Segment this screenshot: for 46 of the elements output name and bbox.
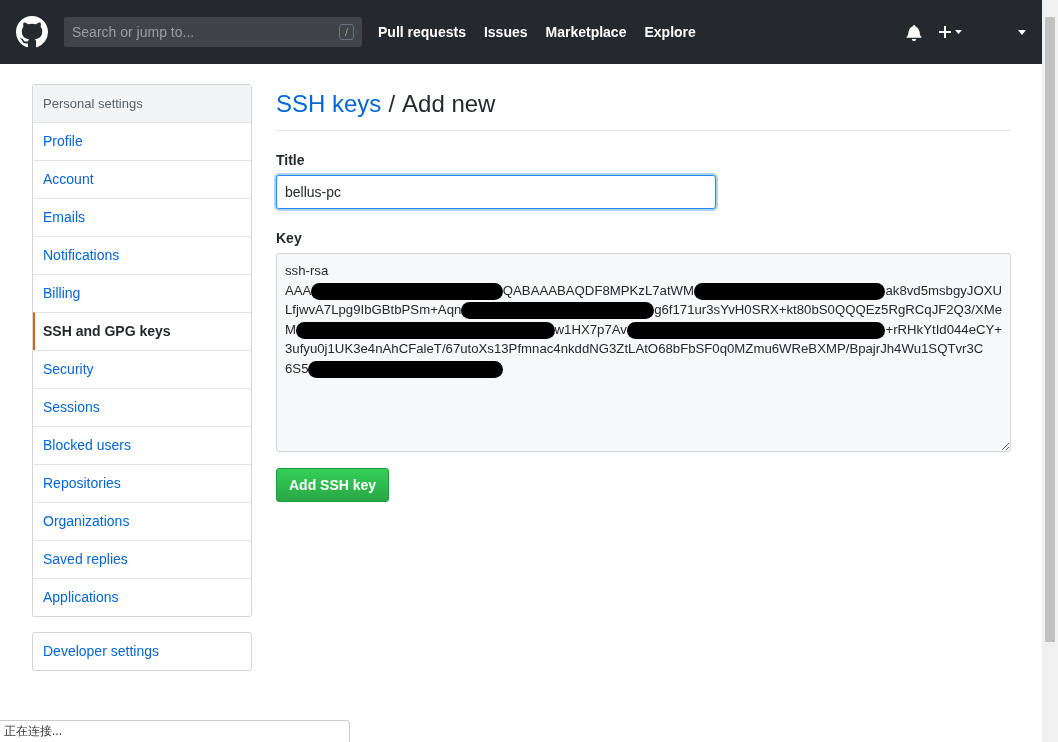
octocat-logo-icon[interactable] [16,16,48,48]
key-text: ssh-rsa [285,262,329,280]
title-input[interactable]: bellus-pc [276,175,716,209]
scrollbar[interactable] [1042,0,1058,742]
menu-item[interactable]: Notifications [33,236,251,274]
caret-icon[interactable] [1018,29,1026,35]
plus-caret-icon[interactable] [938,25,964,39]
key-textarea[interactable] [276,253,1011,452]
key-text: +rRHkYtId044eCY+ [885,320,1002,339]
menu-item[interactable]: Security [33,350,251,388]
nav-link[interactable]: Issues [483,24,528,40]
menu-item[interactable]: Account [33,160,251,198]
breadcrumb-separator: / [388,90,396,118]
menu-item[interactable]: Sessions [33,388,251,426]
field-label: Key [276,230,303,246]
key-text: 3ufyu0j1UK3e4nAhCFaleT/67utoXs13Pfmnac4nkddNG3ZtLAtO68bFbSF0q0MZmu6WReBXMP/BpajrJh4Wu1SQTvr3C [285,340,984,358]
menu-item[interactable]: Repositories [33,464,251,502]
key-text: ak8vd5msbgyJOXU [885,281,1002,300]
key-text: 6S5 [285,359,309,378]
key-text: w1HX7p7Av [554,320,627,339]
page-title: Add new [402,90,496,118]
key-text: M [285,320,296,339]
key-text: AAA [285,281,312,300]
nav-link[interactable]: Explore [644,24,696,40]
key-text: g6f171ur3sYvH0SRX+kt80bS0QQQEz5RgRCqJF2Q3/XMe [654,301,1002,319]
key-text: QABAAABAQDF8MPKzL7atWM [502,281,695,300]
menu-item[interactable]: Developer settings [33,633,251,670]
search-field[interactable]: Search or jump to... / [64,17,362,47]
menu-item[interactable]: Blocked users [33,426,251,464]
menu-item[interactable]: SSH and GPG keys [33,312,251,350]
menu-item[interactable]: Organizations [33,502,251,540]
status-text: 正在连接... [4,723,62,740]
bell-icon[interactable] [906,23,922,41]
search-placeholder: Search or jump to... [72,24,195,40]
menu-item[interactable]: Billing [33,274,251,312]
nav-link[interactable]: Marketplace [545,24,627,40]
menu-item[interactable]: Saved replies [33,540,251,578]
nav-link[interactable]: Pull requests [378,24,466,40]
breadcrumb-link[interactable]: SSH keys [276,90,382,118]
menu-item[interactable]: Applications [33,578,251,616]
key-text: LfjwvA7Lpg9IbGBtbPSm+Aqn [285,301,462,319]
menu-item[interactable]: Profile [33,123,251,160]
menu-heading: Personal settings [33,85,251,123]
shortcut-key: / [338,24,354,40]
field-label: Title [276,152,306,168]
menu-item[interactable]: Emails [33,198,251,236]
